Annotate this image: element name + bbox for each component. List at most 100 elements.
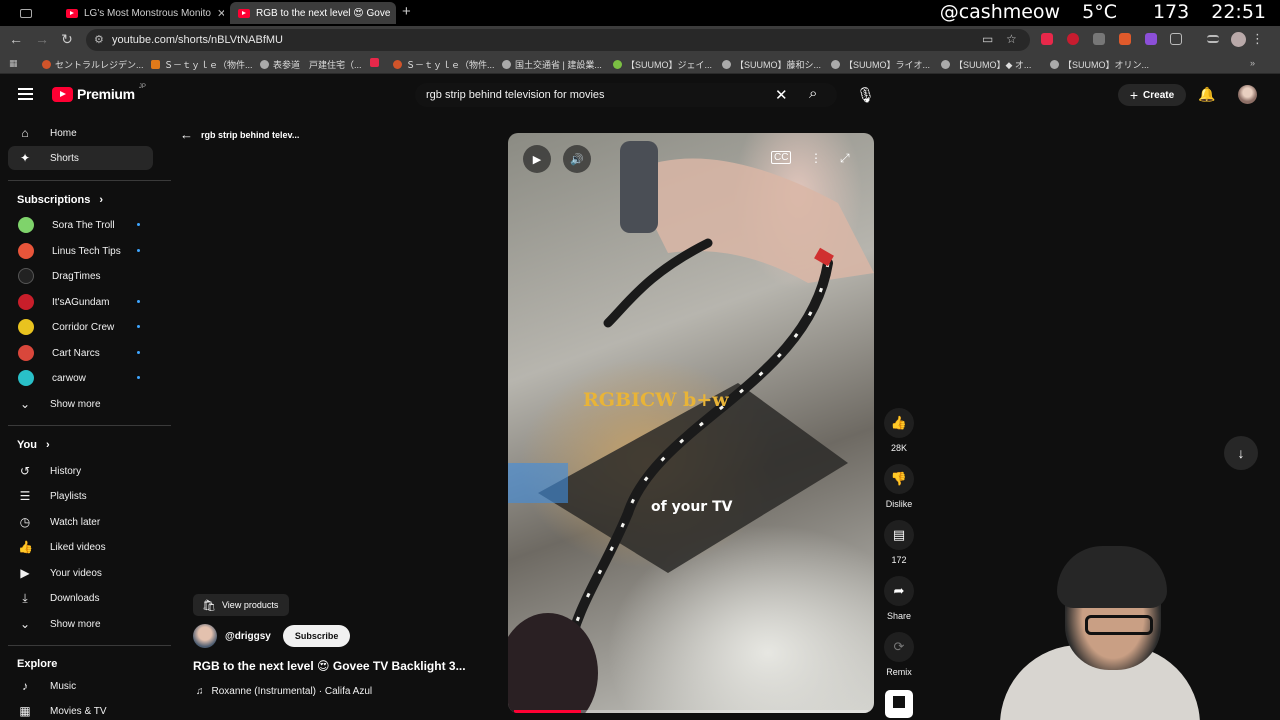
comment-count: 172 [891,555,907,565]
extension-icon[interactable] [1093,33,1105,45]
back-to-search-results[interactable]: ← rgb strip behind telev... [180,127,299,142]
sidebar-item-shorts[interactable]: ✦ Shorts [8,146,153,170]
tab-close-icon[interactable]: ✕ [217,7,224,20]
shorts-video-player[interactable]: ▶ 🔊 CC ⋮ ⤢ RGBICW b+w of your TV [508,133,874,713]
sidebar-item-watch-later[interactable]: ◷ Watch later [8,510,153,534]
tab-rgb-next-level[interactable]: RGB to the next level 😍 Gove ✕ [230,2,396,24]
reload-icon[interactable]: ↻ [58,31,76,48]
sound-thumbnail[interactable] [885,690,913,718]
comments-button[interactable]: ▤ 172 [884,520,914,565]
like-button[interactable]: 👍 28K [884,408,914,453]
music-attribution[interactable]: ♫ Roxanne (Instrumental) · Califa Azul [196,686,372,697]
sidebar-item-label: Show more [50,618,101,630]
bookmark-item[interactable]: 【SUUMO】ジェイ... [613,58,712,71]
closed-captions-icon[interactable]: CC [771,151,792,164]
sidebar-show-more-subscriptions[interactable]: ⌄ Show more [8,392,153,416]
clear-search-icon[interactable]: ✕ [775,86,788,104]
sidebar-show-more-you[interactable]: ⌄ Show more [8,612,153,636]
search-box[interactable]: rgb strip behind television for movies ✕… [415,83,837,107]
sidebar-item-playlists[interactable]: ☰ Playlists [8,484,153,508]
sidebar-item-dragtimes[interactable]: DragTimes [8,264,153,288]
sidebar-item-carwow[interactable]: carwow [8,366,153,390]
sidebar-item-downloads[interactable]: ⤓ Downloads [8,586,153,610]
sidebar-item-label: DragTimes [52,270,101,282]
account-avatar[interactable] [1238,85,1257,104]
reading-list-icon[interactable] [1207,35,1219,43]
sidebar-item-label: Downloads [50,592,100,604]
stream-handle: @cashmeow [939,1,1061,23]
tab-sidebar-toggle[interactable] [12,2,52,24]
bookmark-item[interactable]: 【SUUMO】オリン... [1050,58,1149,71]
play-button[interactable]: ▶ [523,145,551,173]
bookmark-item[interactable]: 【SUUMO】◆ オ... [941,58,1031,71]
sidebar-item-sora-the-troll[interactable]: Sora The Troll [8,213,153,237]
menu-hamburger-icon[interactable] [18,88,33,100]
sidebar-item-music[interactable]: ♪ Music [8,674,153,698]
forward-arrow-icon[interactable]: → [33,31,51,47]
view-products-label: View products [221,600,279,610]
extensions-puzzle-icon[interactable] [1170,33,1182,45]
sidebar-item-linus-tech-tips[interactable]: Linus Tech Tips [8,239,153,263]
view-products-button[interactable]: 🛍 View products [193,594,290,616]
thumbs-up-icon: 👍 [884,408,914,438]
site-info-icon[interactable]: ⚙ [94,33,104,46]
subscriptions-heading[interactable]: Subscriptions › [17,194,103,206]
remix-button[interactable]: ⟳ Remix [884,632,914,677]
chevron-right-icon: › [46,439,50,451]
sidebar-item-history[interactable]: ↺ History [8,459,153,483]
fullscreen-icon[interactable]: ⤢ [840,151,850,166]
bookmark-item[interactable] [370,58,379,67]
sidebar-item-itsagundam[interactable]: It'sAGundam [8,290,153,314]
new-tab-button[interactable]: + [402,3,411,20]
sidebar-item-cart-narcs[interactable]: Cart Narcs [8,341,153,365]
bookmark-item[interactable]: 【SUUMO】藤和シ... [722,58,821,71]
next-short-button[interactable]: ↓ [1224,436,1258,470]
arrow-down-icon: ↓ [1237,445,1245,461]
extension-icon[interactable] [1145,33,1157,45]
bookmark-item[interactable]: 国土交通省 | 建設業... [502,58,602,71]
bookmark-item[interactable]: Ｓ－ｔｙｌｅ（物件... [151,58,253,71]
extension-icon[interactable] [1067,33,1079,45]
bookmark-star-icon[interactable]: ☆ [1006,32,1017,46]
cast-icon[interactable]: ▭ [982,32,993,46]
voice-search-mic-icon[interactable]: 🎙 [856,86,875,104]
video-progress-bar[interactable] [514,710,868,713]
search-icon[interactable]: ⌕ [809,85,817,102]
browser-profile-avatar[interactable] [1231,32,1246,47]
bookmarks-overflow-icon[interactable]: » [1250,58,1255,68]
extension-icon[interactable] [1041,33,1053,45]
apps-grid-icon[interactable]: ▦ [9,58,18,69]
bookmark-item[interactable]: セントラルレジデン... [42,58,144,71]
bookmark-item[interactable]: 表参道 戸建住宅（... [260,58,362,71]
browser-menu-icon[interactable]: ⋮ [1251,31,1264,47]
sidebar-item-corridor-crew[interactable]: Corridor Crew [8,315,153,339]
volume-button[interactable]: 🔊 [563,145,591,173]
more-options-icon[interactable]: ⋮ [810,151,822,165]
back-arrow-icon[interactable]: ← [7,31,25,47]
subscribe-button[interactable]: Subscribe [282,625,351,647]
bookmark-item[interactable]: 【SUUMO】ライオ... [831,58,930,71]
address-bar[interactable]: ⚙ youtube.com/shorts/nBLVtNABfMU ▭ ☆ [86,29,1030,51]
sidebar-item-liked-videos[interactable]: 👍 Liked videos [8,535,153,559]
tab-lg-monitor[interactable]: LG's Most Monstrous Monito ✕ [58,2,224,24]
share-button[interactable]: ➦ Share [884,576,914,621]
youtube-favicon-icon [66,8,78,18]
video-progress-fill [514,710,582,713]
notifications-bell-icon[interactable]: 🔔 [1198,86,1215,103]
bookmark-item[interactable]: Ｓ－ｔｙｌｅ（物件... [393,58,495,71]
video-title[interactable]: RGB to the next level 😍 Govee TV Backlig… [193,659,499,673]
video-caption-text: of your TV [651,499,733,515]
create-button[interactable]: + Create [1118,84,1186,106]
sidebar-item-your-videos[interactable]: ▶ Your videos [8,561,153,585]
extension-icon[interactable] [1119,33,1131,45]
you-heading[interactable]: You › [17,439,50,451]
dislike-button[interactable]: 👎 Dislike [884,464,914,509]
search-input[interactable]: rgb strip behind television for movies [426,89,605,101]
channel-name[interactable]: @driggsy [225,631,271,642]
sidebar-item-home[interactable]: ⌂ Home [8,121,153,145]
youtube-premium-logo[interactable]: Premium JP [52,84,146,102]
url-text[interactable]: youtube.com/shorts/nBLVtNABfMU [112,34,283,46]
channel-avatar[interactable] [193,624,217,648]
sidebar-item-movies-tv[interactable]: ▦ Movies & TV [8,699,153,720]
share-arrow-icon: ➦ [884,576,914,606]
